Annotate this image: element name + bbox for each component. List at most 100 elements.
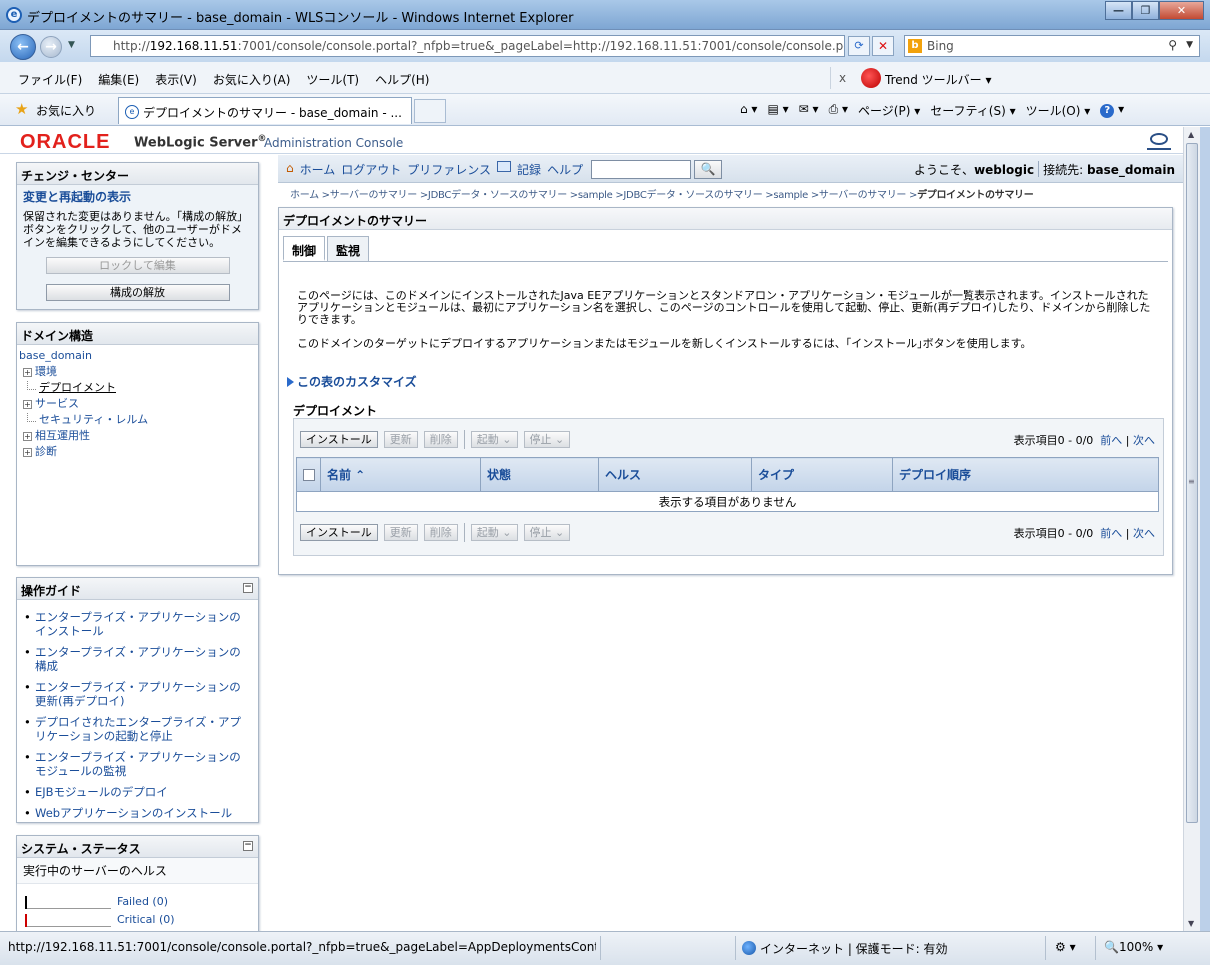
tree-node-interoperability[interactable]: + 相互運用性 [19, 428, 256, 444]
trend-close-icon[interactable]: x [839, 71, 846, 85]
health-bar [25, 896, 111, 909]
prev-link[interactable]: 前へ [1100, 434, 1122, 447]
column-state[interactable]: 状態 [480, 457, 599, 492]
menu-view[interactable]: 表示(V) [155, 71, 197, 88]
health-failed-link[interactable]: Failed (0) [117, 895, 168, 908]
forward-button[interactable]: → [40, 36, 62, 58]
next-link[interactable]: 次へ [1133, 434, 1155, 447]
security-zone[interactable]: インターネット | 保護モード: 有効 [742, 940, 948, 957]
release-configuration-button[interactable]: 構成の解放 [45, 284, 230, 301]
browser-tab[interactable]: e デプロイメントのサマリー - base_domain - ... [118, 97, 412, 124]
stop-dropdown-button-bottom[interactable]: 停止 [523, 523, 571, 541]
menu-tools[interactable]: ツール(T) [306, 71, 359, 88]
home-link[interactable]: ホーム [300, 161, 336, 178]
column-deployment-order[interactable]: デプロイ順序 [892, 457, 1159, 492]
next-link-bottom[interactable]: 次へ [1133, 527, 1155, 540]
update-button-bottom[interactable]: 更新 [383, 523, 418, 541]
how-to-item[interactable]: エンタープライズ・アプリケーションの構成 [23, 645, 252, 673]
how-to-item[interactable]: EJBモジュールのデプロイ [23, 785, 252, 799]
feeds-icon[interactable]: ▤ ▾ [767, 102, 788, 119]
print-icon[interactable]: ⎙ ▾ [829, 102, 848, 119]
install-button[interactable]: インストール [300, 430, 378, 448]
preferences-link[interactable]: プリファレンス [407, 161, 491, 178]
install-button-bottom[interactable]: インストール [300, 523, 378, 541]
console-search-button[interactable]: 🔍 [694, 160, 722, 179]
zoom-control[interactable]: 🔍100% ▾ [1104, 940, 1163, 954]
tab-title: デプロイメントのサマリー - base_domain - ... [143, 106, 402, 120]
delete-button-bottom[interactable]: 削除 [423, 523, 458, 541]
close-button[interactable]: ✕ [1159, 1, 1204, 20]
tree-node-environment[interactable]: + 環境 [19, 364, 256, 380]
search-icon[interactable]: ⚲ [1168, 38, 1177, 52]
home-icon[interactable]: ⌂ ▾ [740, 102, 757, 119]
start-dropdown-button[interactable]: 起動 [470, 430, 518, 448]
help-icon[interactable]: ? ▾ [1100, 102, 1124, 119]
how-to-item[interactable]: エンタープライズ・アプリケーションのインストール [23, 610, 252, 638]
refresh-icon[interactable]: ⟳ [848, 36, 870, 56]
collapse-icon[interactable]: − [243, 583, 253, 593]
column-type[interactable]: タイプ [751, 457, 893, 492]
tree-root-base-domain[interactable]: base_domain [19, 348, 256, 364]
console-search-input[interactable] [591, 160, 691, 179]
tab-monitoring[interactable]: 監視 [327, 236, 370, 261]
prev-link-bottom[interactable]: 前へ [1100, 527, 1122, 540]
vertical-scrollbar[interactable]: ▲ ≡ ▼ [1183, 127, 1200, 931]
menu-edit[interactable]: 編集(E) [98, 71, 139, 88]
logout-link[interactable]: ログアウト [341, 161, 401, 178]
column-health[interactable]: ヘルス [598, 457, 752, 492]
help-link[interactable]: ヘルプ [547, 161, 583, 178]
view-changes-link[interactable]: 変更と再起動の表示 [17, 185, 258, 205]
back-button[interactable]: ← [10, 34, 36, 60]
how-to-title: 操作ガイド − [17, 578, 258, 600]
stop-dropdown-button[interactable]: 停止 [523, 430, 571, 448]
how-to-item[interactable]: エンタープライズ・アプリケーションのモジュールの監視 [23, 750, 252, 778]
expand-icon[interactable]: + [23, 447, 32, 457]
expand-icon[interactable]: + [23, 431, 32, 441]
how-to-item[interactable]: デプロイされたエンタープライズ・アプリケーションの起動と停止 [23, 715, 252, 743]
safety-menu[interactable]: セーフティ(S) ▾ [930, 102, 1015, 119]
search-box[interactable]: b Bing ⚲ ▼ [904, 35, 1200, 57]
popup-settings-icon[interactable]: ⚙ ▾ [1055, 940, 1076, 954]
expand-icon[interactable]: + [23, 367, 32, 377]
column-name[interactable]: 名前 ⌃ [320, 457, 481, 492]
menu-favorites[interactable]: お気に入り(A) [213, 71, 291, 88]
mail-icon[interactable]: ✉ ▾ [799, 102, 819, 119]
search-provider: Bing [927, 39, 954, 53]
minimize-button[interactable]: — [1105, 1, 1132, 20]
tree-node-security-realms[interactable]: セキュリティ・レルム [19, 412, 256, 428]
tree-node-deployments[interactable]: デプロイメント [19, 380, 256, 396]
tree-node-services[interactable]: + サービス [19, 396, 256, 412]
url-input[interactable]: http://192.168.11.51:7001/console/consol… [90, 35, 845, 57]
delete-button[interactable]: 削除 [423, 430, 458, 448]
scroll-down-icon[interactable]: ▼ [1188, 919, 1194, 928]
scroll-up-icon[interactable]: ▲ [1188, 130, 1194, 139]
stop-icon[interactable]: ✕ [872, 36, 894, 56]
tools-menu[interactable]: ツール(O) ▾ [1026, 102, 1091, 119]
search-dropdown-icon[interactable]: ▼ [1186, 40, 1193, 50]
history-dropdown-icon[interactable]: ▼ [68, 40, 75, 50]
menu-file[interactable]: ファイル(F) [18, 71, 82, 88]
select-all-checkbox[interactable] [303, 468, 315, 481]
start-dropdown-button-bottom[interactable]: 起動 [470, 523, 518, 541]
customize-table-link[interactable]: この表のカスタマイズ [287, 373, 417, 390]
record-icon[interactable] [497, 161, 512, 172]
maximize-button[interactable]: ❐ [1132, 1, 1159, 20]
expand-icon[interactable]: + [23, 399, 32, 409]
trend-toolbar-button[interactable]: Trend ツールバー ▾ [885, 71, 992, 88]
how-to-item[interactable]: Webアプリケーションのインストール [23, 806, 252, 820]
breadcrumb[interactable]: ホーム >サーバーのサマリー >JDBCデータ・ソースのサマリー >sample… [290, 186, 1034, 201]
collapse-icon[interactable]: − [243, 841, 253, 851]
favorites-button[interactable]: お気に入り [36, 102, 96, 119]
how-to-item[interactable]: エンタープライズ・アプリケーションの更新(再デプロイ) [23, 680, 252, 708]
home-icon[interactable]: ⌂ [286, 161, 294, 178]
menu-help[interactable]: ヘルプ(H) [375, 71, 429, 88]
record-link[interactable]: 記録 [517, 161, 541, 178]
update-button[interactable]: 更新 [383, 430, 418, 448]
tree-node-diagnostics[interactable]: + 診断 [19, 444, 256, 460]
health-critical-link[interactable]: Critical (0) [117, 913, 175, 926]
new-tab-button[interactable] [414, 99, 446, 123]
tree-branch-line [27, 412, 36, 422]
page-menu[interactable]: ページ(P) ▾ [858, 102, 920, 119]
tab-control[interactable]: 制御 [283, 236, 326, 261]
lock-and-edit-button[interactable]: ロックして編集 [45, 257, 230, 274]
